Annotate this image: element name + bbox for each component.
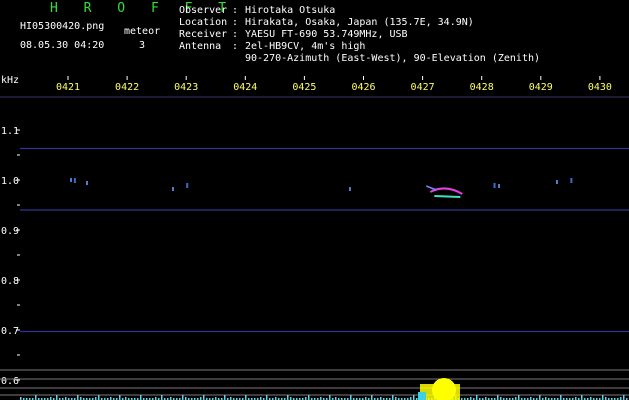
time-tick-label: 0422 <box>115 82 139 93</box>
noise-spike <box>539 395 541 400</box>
meteor-echo-tail <box>434 195 461 198</box>
spectrogram: kHz 0421 0422 0423 0424 0425 0426 0427 0428 0429 0… <box>0 75 629 400</box>
noise-spike <box>245 395 247 400</box>
meteor-echo <box>493 183 496 188</box>
noise-spike <box>518 395 520 400</box>
noise-spike <box>182 395 184 400</box>
freq-tick-label: 1.0 <box>1 176 19 187</box>
noise-spike <box>623 395 625 400</box>
meteor-echo-head <box>426 185 437 191</box>
freq-tick-label: 0.8 <box>1 276 19 287</box>
noise-spike <box>119 395 121 400</box>
time-tick-label: 0424 <box>233 82 257 93</box>
freq-tick-label: 0.6 <box>1 376 19 387</box>
noise-spike <box>308 395 310 400</box>
noise-spike <box>413 395 415 400</box>
noise-spike <box>203 395 205 400</box>
meteor-echo <box>73 178 76 183</box>
echo-dot <box>70 178 72 182</box>
meteor-echo <box>570 178 573 183</box>
time-tick-label: 0427 <box>411 82 435 93</box>
noise-spike <box>350 395 352 400</box>
noise-spike <box>266 395 268 400</box>
time-tick-label: 0421 <box>56 82 80 93</box>
time-tick-label: 0426 <box>351 82 375 93</box>
y-axis-unit: kHz <box>1 75 19 86</box>
time-tick-label: 0429 <box>529 82 553 93</box>
noise-spike <box>476 395 478 400</box>
noise-spike <box>602 395 604 400</box>
noise-spike <box>581 395 583 400</box>
noise-spike <box>560 395 562 400</box>
noise-spike <box>77 395 79 400</box>
echo-dot <box>556 180 558 184</box>
freq-tick-label: 0.9 <box>1 226 19 237</box>
noise-spike <box>161 395 163 400</box>
freq-tick-label: 0.7 <box>1 326 19 337</box>
echo-dot <box>172 187 174 191</box>
freq-tick-label: 1.1 <box>1 126 19 137</box>
noise-spike <box>371 395 373 400</box>
noise-spike <box>98 395 100 400</box>
noise-spike <box>224 395 226 400</box>
time-tick-label: 0428 <box>470 82 494 93</box>
noise-spike <box>287 395 289 400</box>
noise-spike <box>392 395 394 400</box>
burst-edge <box>418 392 426 400</box>
noise-spike <box>56 395 58 400</box>
noise-spike <box>329 395 331 400</box>
time-tick-label: 0430 <box>588 82 612 93</box>
meteor-echo <box>186 183 189 188</box>
echo-dot <box>349 187 351 191</box>
time-tick-label: 0425 <box>292 82 316 93</box>
echo-dot <box>86 181 88 185</box>
time-tick-label: 0423 <box>174 82 198 93</box>
noise-spike <box>140 395 142 400</box>
noise-spike <box>35 395 37 400</box>
echo-dot <box>498 184 500 188</box>
noise-spike <box>497 395 499 400</box>
